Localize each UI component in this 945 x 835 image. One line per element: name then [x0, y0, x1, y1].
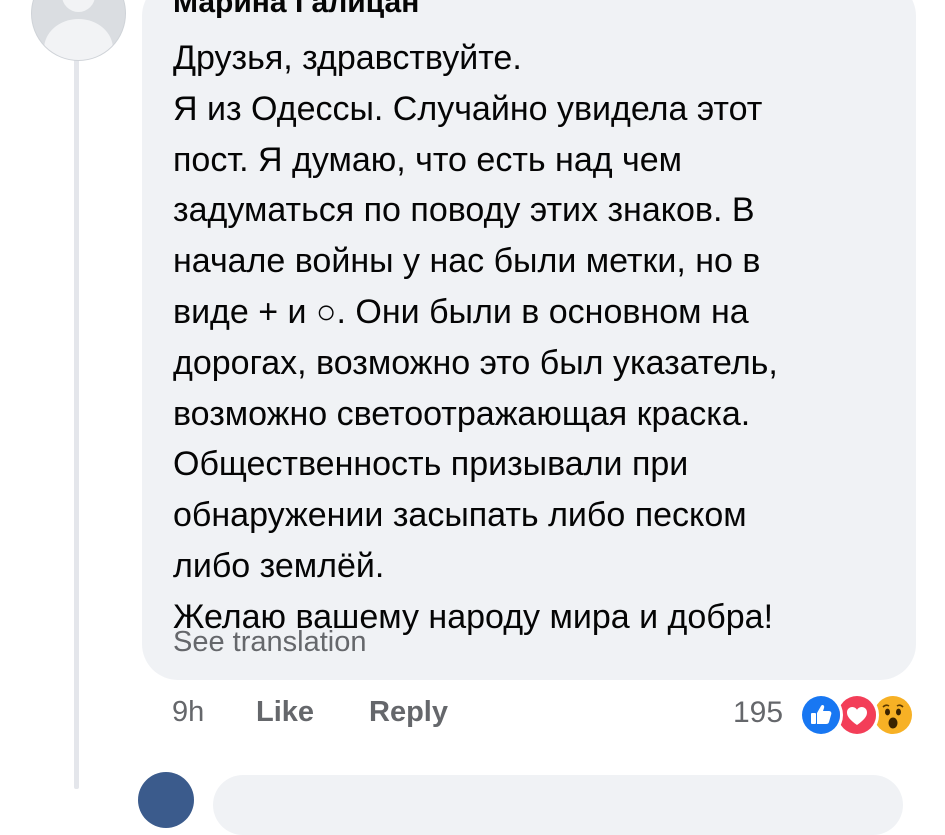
comment-timestamp[interactable]: 9h — [172, 696, 204, 729]
comment-line: пост. Я думаю, что есть над чем — [173, 140, 683, 179]
reaction-count: 195 — [733, 696, 784, 729]
next-comment-avatar[interactable] — [138, 772, 194, 828]
comment-line: задуматься по поводу этих знаков. В — [173, 191, 755, 230]
comment-text: Друзья, здравствуйте. Я из Одессы. Случа… — [173, 33, 903, 643]
like-button[interactable]: Like — [256, 696, 314, 729]
see-translation-link[interactable]: See translation — [173, 626, 366, 659]
avatar-shoulders — [44, 19, 113, 60]
thread-line — [74, 58, 79, 789]
avatar-head — [62, 0, 95, 12]
comment-line: либо землёй. — [173, 546, 385, 585]
reply-button[interactable]: Reply — [369, 696, 448, 729]
comment-author[interactable]: Марина Галицан — [173, 0, 419, 20]
next-comment-bubble — [213, 775, 903, 835]
comment-line: возможно светоотражающая краска. — [173, 394, 751, 433]
comment-line: обнаружении засыпать либо песком — [173, 496, 747, 535]
comment-line: виде + и ○. Они были в основном на — [173, 292, 749, 331]
comment-line: начале войны у нас были метки, но в — [173, 242, 761, 281]
like-reaction-icon — [799, 693, 843, 737]
comment-line: дорогах, возможно это был указатель, — [173, 343, 778, 382]
comment-line: Общественность призывали при — [173, 445, 689, 484]
avatar[interactable] — [31, 0, 126, 61]
comment-line: Друзья, здравствуйте. — [173, 39, 522, 77]
comment-line: Я из Одессы. Случайно увидела этот — [173, 89, 763, 128]
